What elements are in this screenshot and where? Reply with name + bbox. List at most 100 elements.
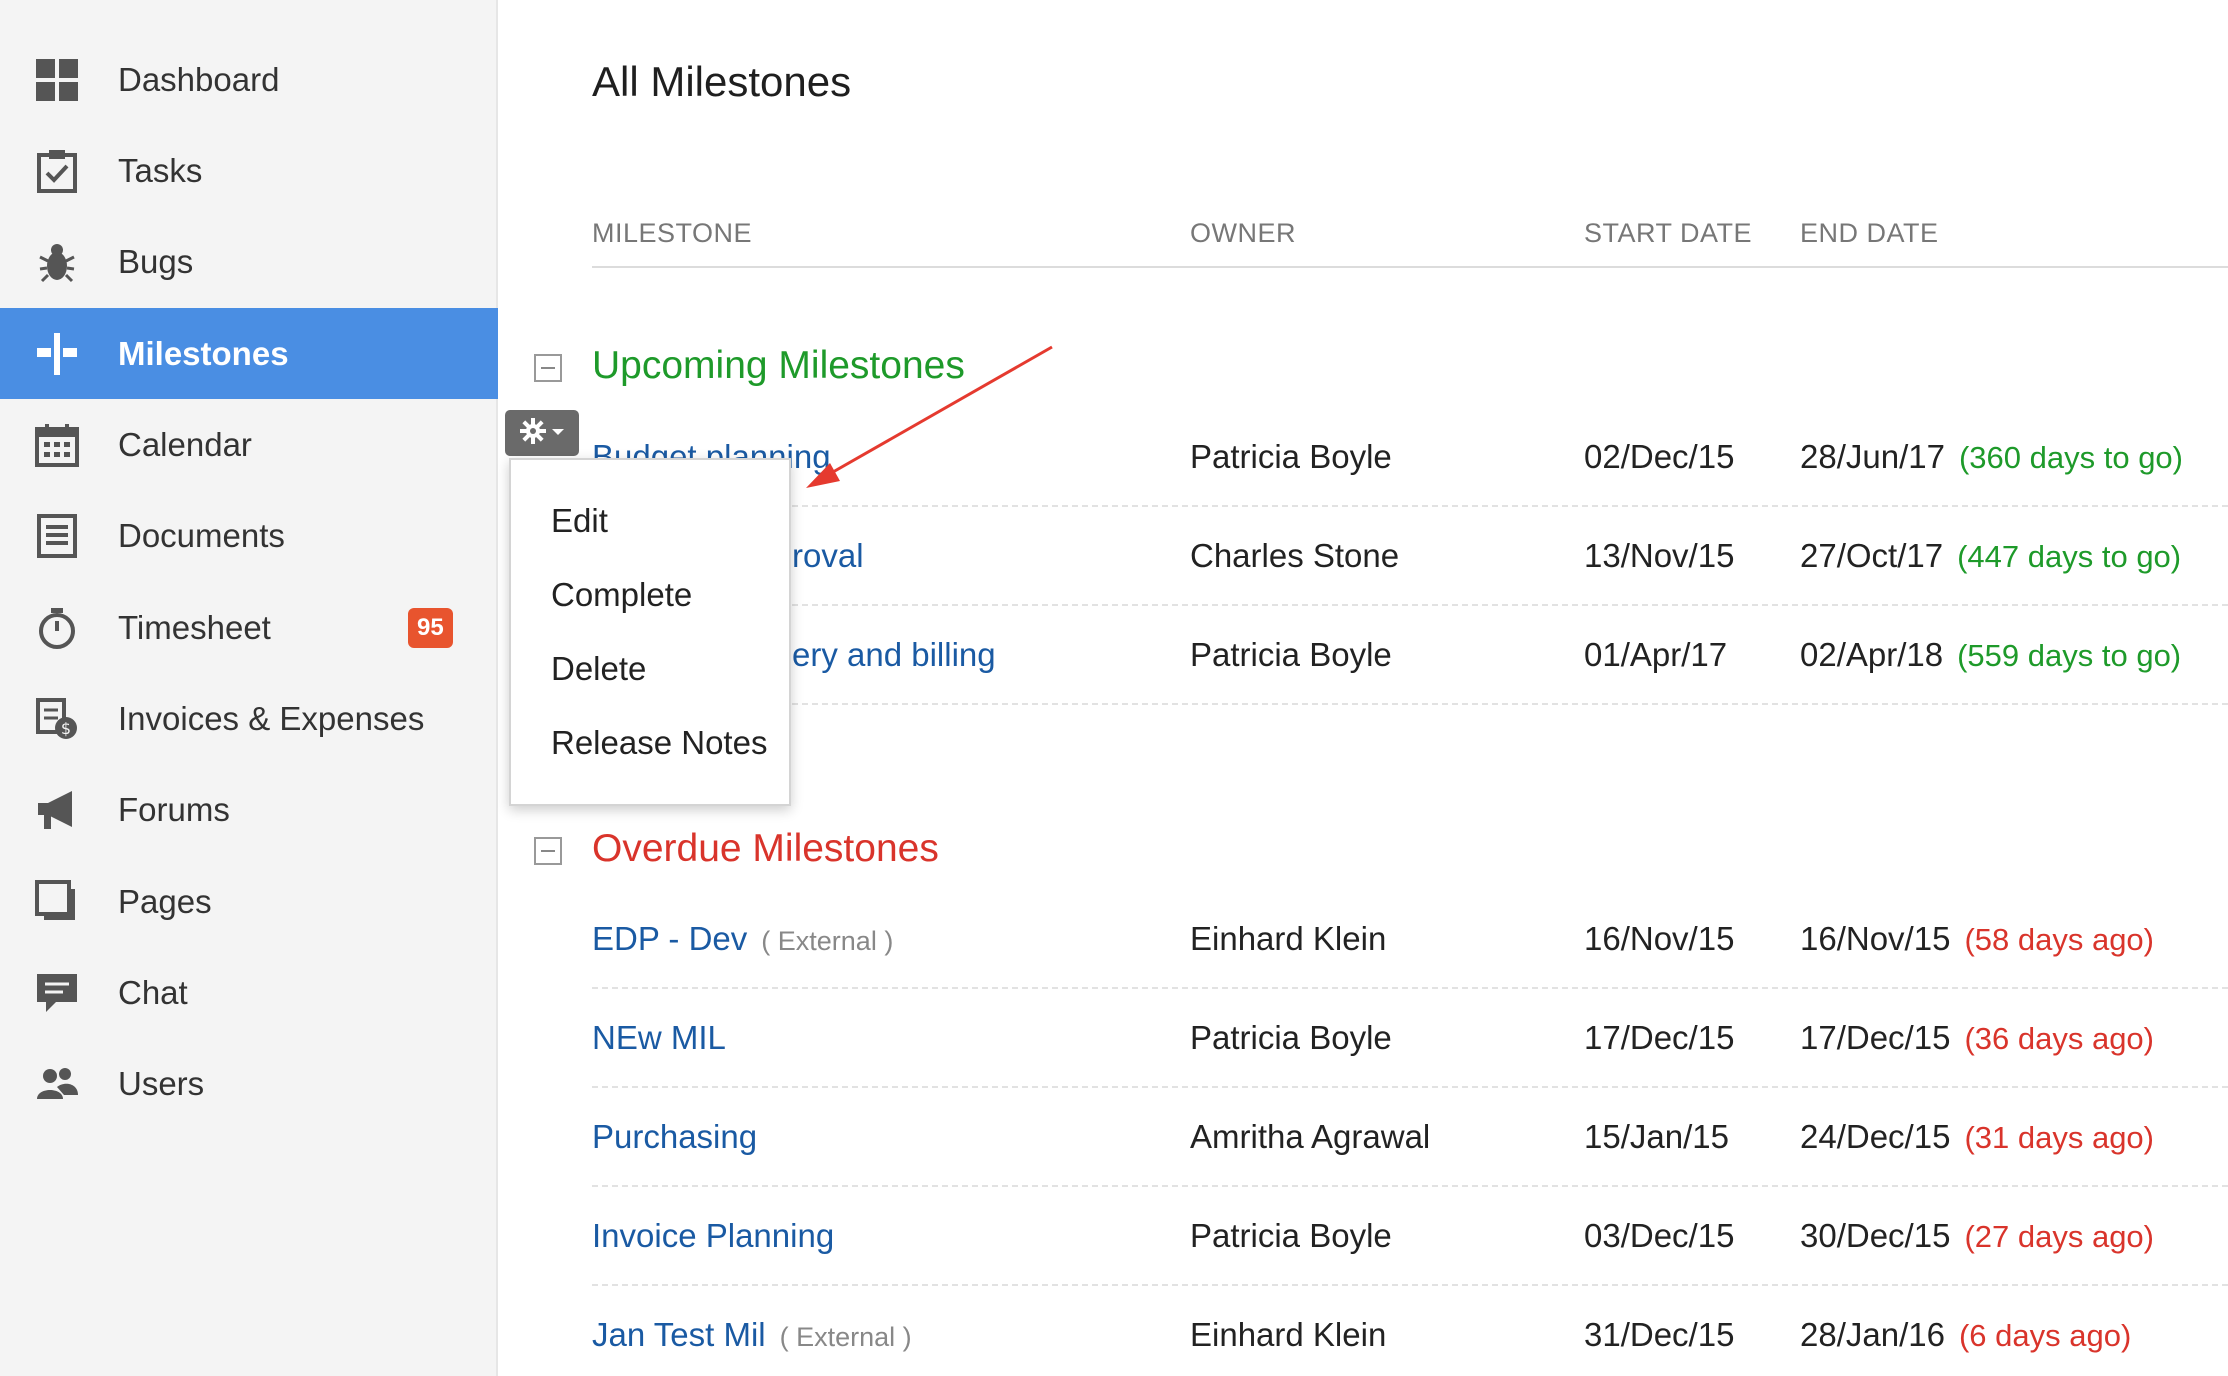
milestone-name[interactable]: Jan Test Mil <box>592 1316 766 1353</box>
invoice-icon: $ <box>34 696 80 742</box>
table-row[interactable]: Purchasing Amritha Agrawal 15/Jan/15 24/… <box>592 1088 2228 1187</box>
start-date-cell: 31/Dec/15 <box>1584 1316 1735 1353</box>
upcoming-group-title: Upcoming Milestones <box>592 344 965 387</box>
sidebar-item-label: Chat <box>118 973 188 1011</box>
sidebar-item-bugs[interactable]: Bugs <box>0 216 498 307</box>
page-title: All Milestones <box>592 58 852 105</box>
sidebar-item-label: Milestones <box>118 334 289 372</box>
sidebar-item-label: Dashboard <box>118 60 280 98</box>
table-row[interactable]: ery and billing Patricia Boyle 01/Apr/17… <box>592 606 2228 705</box>
chat-icon <box>34 970 80 1016</box>
chevron-down-icon <box>551 424 565 442</box>
owner-cell: Einhard Klein <box>1190 920 1387 957</box>
sidebar-item-documents[interactable]: Documents <box>0 490 498 581</box>
collapse-overdue-toggle[interactable] <box>534 837 562 865</box>
end-date-cell: 30/Dec/15 (27 days ago) <box>1800 1217 2154 1255</box>
days-ago: (36 days ago) <box>1964 1021 2154 1056</box>
owner-cell: Amritha Agrawal <box>1190 1118 1431 1155</box>
milestone-name[interactable]: EDP - Dev <box>592 920 747 957</box>
column-header-milestone[interactable]: MILESTONE <box>592 218 752 249</box>
menu-item-delete[interactable]: Delete <box>551 650 646 688</box>
row-actions-button[interactable] <box>505 410 579 456</box>
sidebar-item-label: Forums <box>118 790 230 828</box>
bug-icon <box>34 239 80 285</box>
svg-text:$: $ <box>61 719 71 738</box>
end-date-cell: 27/Oct/17 (447 days to go) <box>1800 537 2181 575</box>
sidebar: Dashboard Tasks Bugs Milestones Calendar… <box>0 0 498 1376</box>
table-row[interactable]: Invoice Planning Patricia Boyle 03/Dec/1… <box>592 1187 2228 1286</box>
milestone-name-link[interactable]: ery and billing <box>792 636 996 674</box>
sidebar-item-tasks[interactable]: Tasks <box>0 125 498 216</box>
row-divider <box>592 703 2228 705</box>
header-divider <box>592 266 2228 268</box>
days-to-go: (360 days to go) <box>1958 440 2183 475</box>
sidebar-item-chat[interactable]: Chat <box>0 947 498 1038</box>
document-icon <box>34 513 80 559</box>
owner-cell: Einhard Klein <box>1190 1316 1387 1353</box>
end-date-cell: 28/Jan/16 (6 days ago) <box>1800 1316 2131 1354</box>
sidebar-item-forums[interactable]: Forums <box>0 764 498 855</box>
table-row[interactable]: Budget planning Patricia Boyle 02/Dec/15… <box>592 408 2228 507</box>
start-date-cell: 15/Jan/15 <box>1584 1118 1729 1155</box>
users-icon <box>34 1061 80 1107</box>
menu-item-edit[interactable]: Edit <box>551 502 608 540</box>
days-ago: (6 days ago) <box>1958 1318 2132 1353</box>
table-row[interactable]: EDP - Dev ( External ) Einhard Klein 16/N… <box>592 890 2228 989</box>
megaphone-icon <box>34 787 80 833</box>
sidebar-item-label: Pages <box>118 882 212 920</box>
sidebar-item-label: Bugs <box>118 242 194 280</box>
collapse-upcoming-toggle[interactable] <box>534 354 562 382</box>
menu-item-release-notes[interactable]: Release Notes <box>551 724 767 762</box>
pages-icon <box>34 879 80 925</box>
sidebar-item-milestones[interactable]: Milestones <box>0 308 498 399</box>
owner-cell: Patricia Boyle <box>1190 1217 1392 1254</box>
start-date-cell: 01/Apr/17 <box>1584 636 1728 673</box>
end-date-cell: 02/Apr/18 (559 days to go) <box>1800 636 2181 674</box>
column-header-owner[interactable]: OWNER <box>1190 218 1296 249</box>
days-to-go: (559 days to go) <box>1957 638 2182 673</box>
milestone-name-link[interactable]: Purchasing <box>592 1118 757 1156</box>
start-date-cell: 16/Nov/15 <box>1584 920 1735 957</box>
sidebar-item-timesheet[interactable]: Timesheet 95 <box>0 582 498 673</box>
owner-cell: Patricia Boyle <box>1190 636 1392 673</box>
column-header-start-date[interactable]: START DATE <box>1584 218 1752 249</box>
sidebar-item-label: Invoices & Expenses <box>118 699 425 737</box>
sidebar-item-calendar[interactable]: Calendar <box>0 399 498 490</box>
sidebar-item-label: Documents <box>118 516 285 554</box>
owner-cell: Patricia Boyle <box>1190 438 1392 475</box>
end-date-value: 28/Jan/16 <box>1800 1316 1945 1353</box>
end-date-cell: 17/Dec/15 (36 days ago) <box>1800 1019 2154 1057</box>
menu-item-complete[interactable]: Complete <box>551 576 692 614</box>
milestone-name-link[interactable]: EDP - Dev ( External ) <box>592 920 893 958</box>
end-date-value: 17/Dec/15 <box>1800 1019 1951 1056</box>
end-date-cell: 28/Jun/17 (360 days to go) <box>1800 438 2183 476</box>
end-date-value: 30/Dec/15 <box>1800 1217 1951 1254</box>
milestone-name-link[interactable]: roval <box>792 537 864 575</box>
milestone-name-link[interactable]: Jan Test Mil ( External ) <box>592 1316 912 1354</box>
sidebar-item-invoices[interactable]: $ Invoices & Expenses <box>0 673 498 764</box>
sidebar-item-users[interactable]: Users <box>0 1038 498 1129</box>
owner-cell: Patricia Boyle <box>1190 1019 1392 1056</box>
column-header-end-date[interactable]: END DATE <box>1800 218 1939 249</box>
milestone-name-link[interactable]: Invoice Planning <box>592 1217 834 1255</box>
milestone-name-link[interactable]: NEw MIL <box>592 1019 726 1057</box>
sidebar-item-pages[interactable]: Pages <box>0 856 498 947</box>
external-tag: ( External ) <box>779 1322 912 1352</box>
table-row[interactable]: NEw MIL Patricia Boyle 17/Dec/15 17/Dec/… <box>592 989 2228 1088</box>
sidebar-item-label: Calendar <box>118 425 252 463</box>
milestone-icon <box>34 331 80 377</box>
end-date-value: 24/Dec/15 <box>1800 1118 1951 1155</box>
end-date-value: 02/Apr/18 <box>1800 636 1944 673</box>
end-date-cell: 24/Dec/15 (31 days ago) <box>1800 1118 2154 1156</box>
sidebar-item-dashboard[interactable]: Dashboard <box>0 34 498 125</box>
end-date-cell: 16/Nov/15 (58 days ago) <box>1800 920 2154 958</box>
gear-icon <box>519 417 547 450</box>
end-date-value: 16/Nov/15 <box>1800 920 1951 957</box>
sidebar-item-label: Users <box>118 1064 205 1102</box>
table-row[interactable]: Jan Test Mil ( External ) Einhard Klein 3… <box>592 1286 2228 1376</box>
start-date-cell: 13/Nov/15 <box>1584 537 1735 574</box>
timesheet-count-badge: 95 <box>408 608 453 648</box>
table-row[interactable]: roval Charles Stone 13/Nov/15 27/Oct/17 (… <box>592 507 2228 606</box>
sidebar-item-label: Tasks <box>118 151 203 189</box>
days-to-go: (447 days to go) <box>1957 539 2182 574</box>
